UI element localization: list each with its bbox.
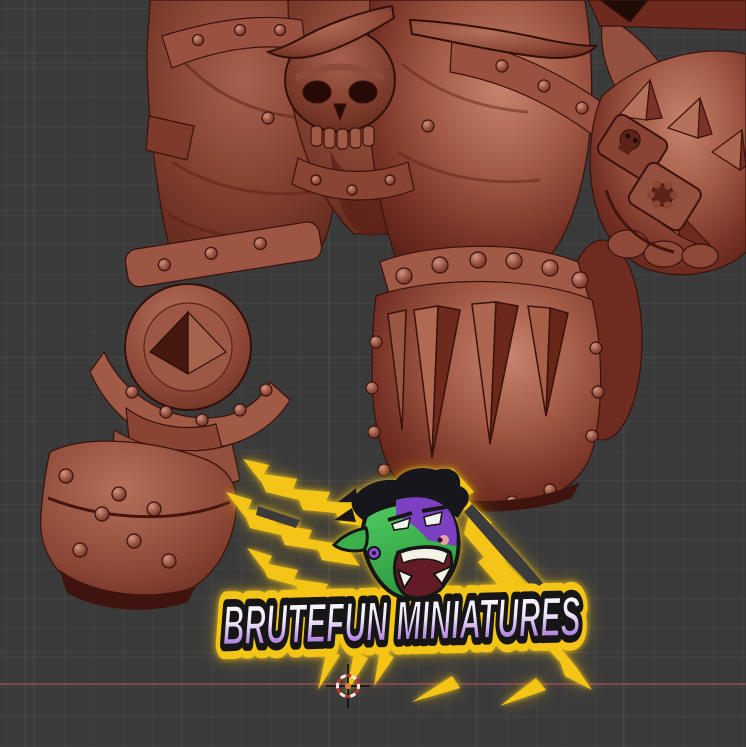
left-boot — [41, 408, 240, 610]
blender-3d-viewport[interactable]: BRUTEFUN MINIATURES BRUTEFUN MINIATURES … — [0, 0, 746, 747]
right-fist — [588, 0, 746, 275]
left-knee-pad — [90, 220, 323, 448]
viewport-canvas: BRUTEFUN MINIATURES BRUTEFUN MINIATURES … — [0, 0, 746, 747]
right-shin-guard — [366, 246, 604, 512]
3d-cursor-icon — [326, 664, 370, 708]
goblin-head-icon — [334, 468, 469, 599]
